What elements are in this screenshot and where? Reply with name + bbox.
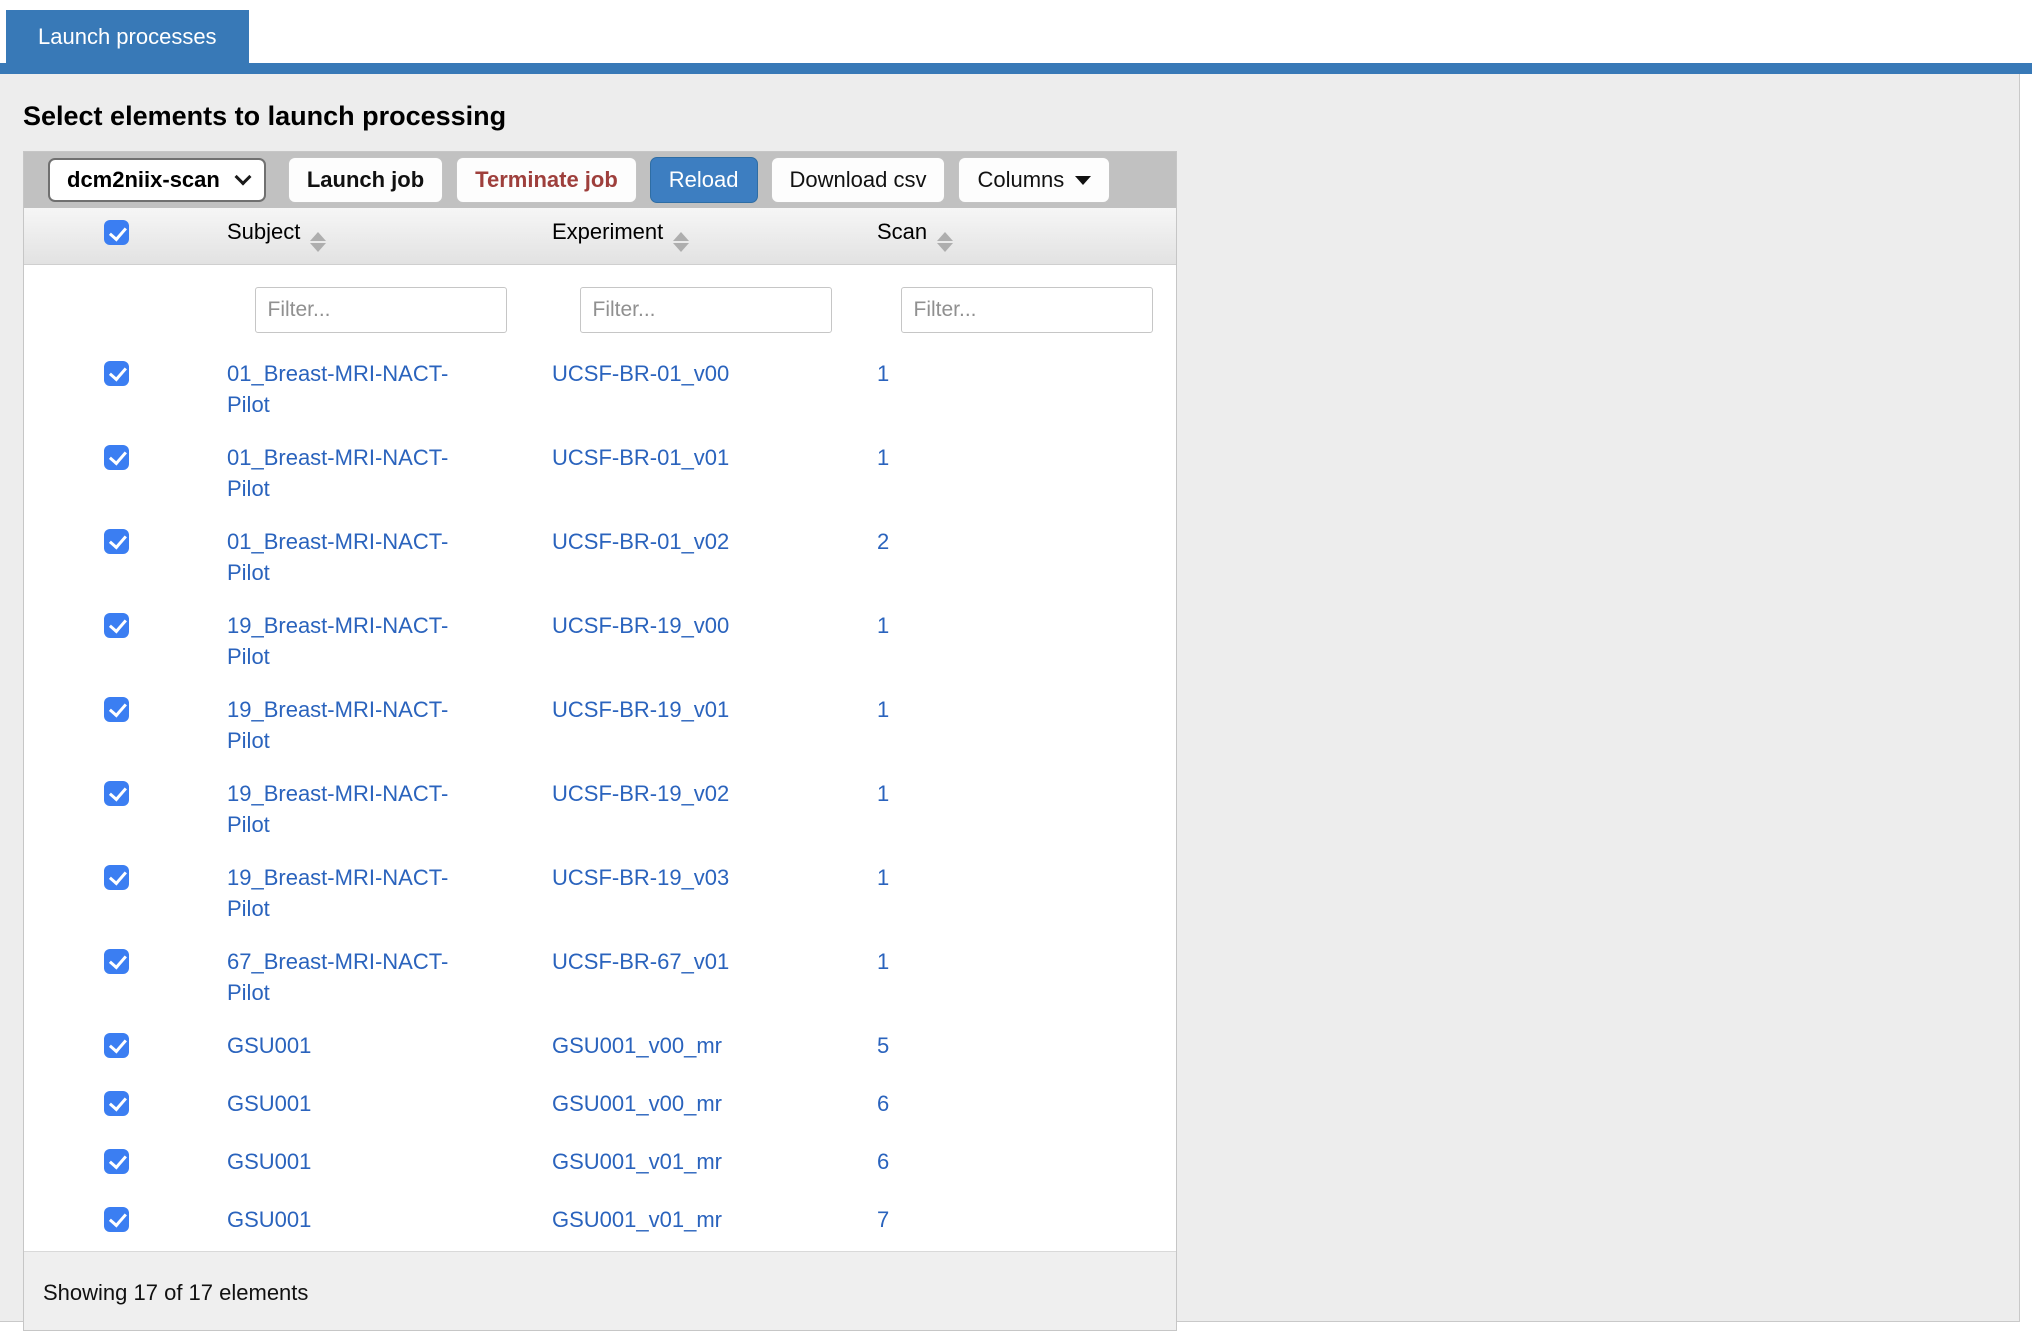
subject-link[interactable]: GSU001 (227, 1204, 311, 1235)
scan-link[interactable]: 6 (877, 1149, 889, 1174)
scan-link[interactable]: 1 (877, 949, 889, 974)
chevron-down-icon (234, 168, 251, 185)
subject-link[interactable]: GSU001 (227, 1030, 311, 1061)
content-area: Select elements to launch processing dcm… (0, 74, 2020, 1322)
sort-icon[interactable] (673, 232, 689, 252)
reload-button[interactable]: Reload (650, 157, 758, 203)
table-row: GSU001 GSU001_v01_mr 6 (24, 1135, 1176, 1193)
page-title: Select elements to launch processing (0, 74, 2019, 151)
sort-icon[interactable] (937, 232, 953, 252)
scan-link[interactable]: 6 (877, 1091, 889, 1116)
terminate-job-button[interactable]: Terminate job (456, 157, 637, 203)
experiment-filter-input[interactable] (580, 287, 832, 333)
row-checkbox[interactable] (104, 1091, 129, 1116)
scan-link[interactable]: 1 (877, 361, 889, 386)
elements-table: Subject Experiment Scan 01_Breast-MRI (24, 208, 1176, 1251)
tab-accent-bar (0, 63, 2032, 74)
experiment-link[interactable]: UCSF-BR-19_v01 (552, 697, 729, 722)
process-select[interactable]: dcm2niix-scan (48, 158, 266, 202)
subject-link[interactable]: 19_Breast-MRI-NACT-Pilot (227, 862, 459, 924)
sort-icon[interactable] (310, 232, 326, 252)
table-filter-row (24, 264, 1176, 347)
experiment-link[interactable]: UCSF-BR-01_v02 (552, 529, 729, 554)
tab-launch-processes[interactable]: Launch processes (6, 10, 249, 63)
row-checkbox[interactable] (104, 949, 129, 974)
row-checkbox[interactable] (104, 613, 129, 638)
launch-panel: dcm2niix-scan Launch job Terminate job R… (23, 151, 1177, 1331)
table-row: 19_Breast-MRI-NACT-Pilot UCSF-BR-19_v02 1 (24, 767, 1176, 851)
table-row: 01_Breast-MRI-NACT-Pilot UCSF-BR-01_v02 2 (24, 515, 1176, 599)
scan-filter-input[interactable] (901, 287, 1153, 333)
row-checkbox[interactable] (104, 1207, 129, 1232)
column-header-subject[interactable]: Subject (209, 208, 534, 264)
scan-link[interactable]: 1 (877, 781, 889, 806)
table-row: 01_Breast-MRI-NACT-Pilot UCSF-BR-01_v00 1 (24, 347, 1176, 431)
experiment-link[interactable]: UCSF-BR-19_v00 (552, 613, 729, 638)
table-header-row: Subject Experiment Scan (24, 208, 1176, 264)
toolbar: dcm2niix-scan Launch job Terminate job R… (24, 152, 1176, 208)
experiment-link[interactable]: UCSF-BR-19_v03 (552, 865, 729, 890)
tab-strip: Launch processes (0, 0, 2032, 63)
row-checkbox[interactable] (104, 529, 129, 554)
subject-filter-input[interactable] (255, 287, 507, 333)
subject-link[interactable]: 19_Breast-MRI-NACT-Pilot (227, 610, 459, 672)
column-header-experiment[interactable]: Experiment (534, 208, 859, 264)
experiment-link[interactable]: UCSF-BR-19_v02 (552, 781, 729, 806)
scan-link[interactable]: 1 (877, 613, 889, 638)
table-row: GSU001 GSU001_v00_mr 6 (24, 1077, 1176, 1135)
table-row: 19_Breast-MRI-NACT-Pilot UCSF-BR-19_v00 1 (24, 599, 1176, 683)
subject-link[interactable]: 01_Breast-MRI-NACT-Pilot (227, 358, 459, 420)
experiment-link[interactable]: UCSF-BR-01_v00 (552, 361, 729, 386)
experiment-link[interactable]: GSU001_v00_mr (552, 1033, 722, 1058)
experiment-link[interactable]: UCSF-BR-67_v01 (552, 949, 729, 974)
launch-job-button[interactable]: Launch job (288, 157, 443, 203)
scan-link[interactable]: 1 (877, 697, 889, 722)
row-checkbox[interactable] (104, 781, 129, 806)
scan-link[interactable]: 1 (877, 445, 889, 470)
subject-link[interactable]: 19_Breast-MRI-NACT-Pilot (227, 694, 459, 756)
column-header-scan[interactable]: Scan (859, 208, 1176, 264)
scan-link[interactable]: 7 (877, 1207, 889, 1232)
row-checkbox[interactable] (104, 445, 129, 470)
experiment-link[interactable]: GSU001_v00_mr (552, 1091, 722, 1116)
subject-link[interactable]: 67_Breast-MRI-NACT-Pilot (227, 946, 459, 1008)
table-row: GSU001 GSU001_v00_mr 5 (24, 1019, 1176, 1077)
scan-link[interactable]: 1 (877, 865, 889, 890)
results-count: Showing 17 of 17 elements (24, 1251, 1176, 1330)
table-row: 01_Breast-MRI-NACT-Pilot UCSF-BR-01_v01 1 (24, 431, 1176, 515)
scan-link[interactable]: 2 (877, 529, 889, 554)
row-checkbox[interactable] (104, 865, 129, 890)
process-select-value: dcm2niix-scan (67, 167, 220, 193)
experiment-link[interactable]: GSU001_v01_mr (552, 1207, 722, 1232)
row-checkbox[interactable] (104, 1033, 129, 1058)
download-csv-button[interactable]: Download csv (771, 157, 946, 203)
table-row: 19_Breast-MRI-NACT-Pilot UCSF-BR-19_v01 1 (24, 683, 1176, 767)
table-row: 19_Breast-MRI-NACT-Pilot UCSF-BR-19_v03 1 (24, 851, 1176, 935)
subject-link[interactable]: 01_Breast-MRI-NACT-Pilot (227, 526, 459, 588)
row-checkbox[interactable] (104, 697, 129, 722)
subject-link[interactable]: GSU001 (227, 1088, 311, 1119)
row-checkbox[interactable] (104, 1149, 129, 1174)
table-row: 67_Breast-MRI-NACT-Pilot UCSF-BR-67_v01 1 (24, 935, 1176, 1019)
caret-down-icon (1075, 176, 1091, 185)
subject-link[interactable]: GSU001 (227, 1146, 311, 1177)
row-checkbox[interactable] (104, 361, 129, 386)
columns-button[interactable]: Columns (958, 157, 1110, 203)
tab-label: Launch processes (38, 24, 217, 50)
table-body: 01_Breast-MRI-NACT-PilotUCSF-BR-01_v0010… (24, 347, 1176, 1251)
table-row: GSU001 GSU001_v01_mr 7 (24, 1193, 1176, 1251)
subject-link[interactable]: 01_Breast-MRI-NACT-Pilot (227, 442, 459, 504)
experiment-link[interactable]: GSU001_v01_mr (552, 1149, 722, 1174)
select-all-checkbox[interactable] (104, 220, 129, 245)
scan-link[interactable]: 5 (877, 1033, 889, 1058)
experiment-link[interactable]: UCSF-BR-01_v01 (552, 445, 729, 470)
subject-link[interactable]: 19_Breast-MRI-NACT-Pilot (227, 778, 459, 840)
